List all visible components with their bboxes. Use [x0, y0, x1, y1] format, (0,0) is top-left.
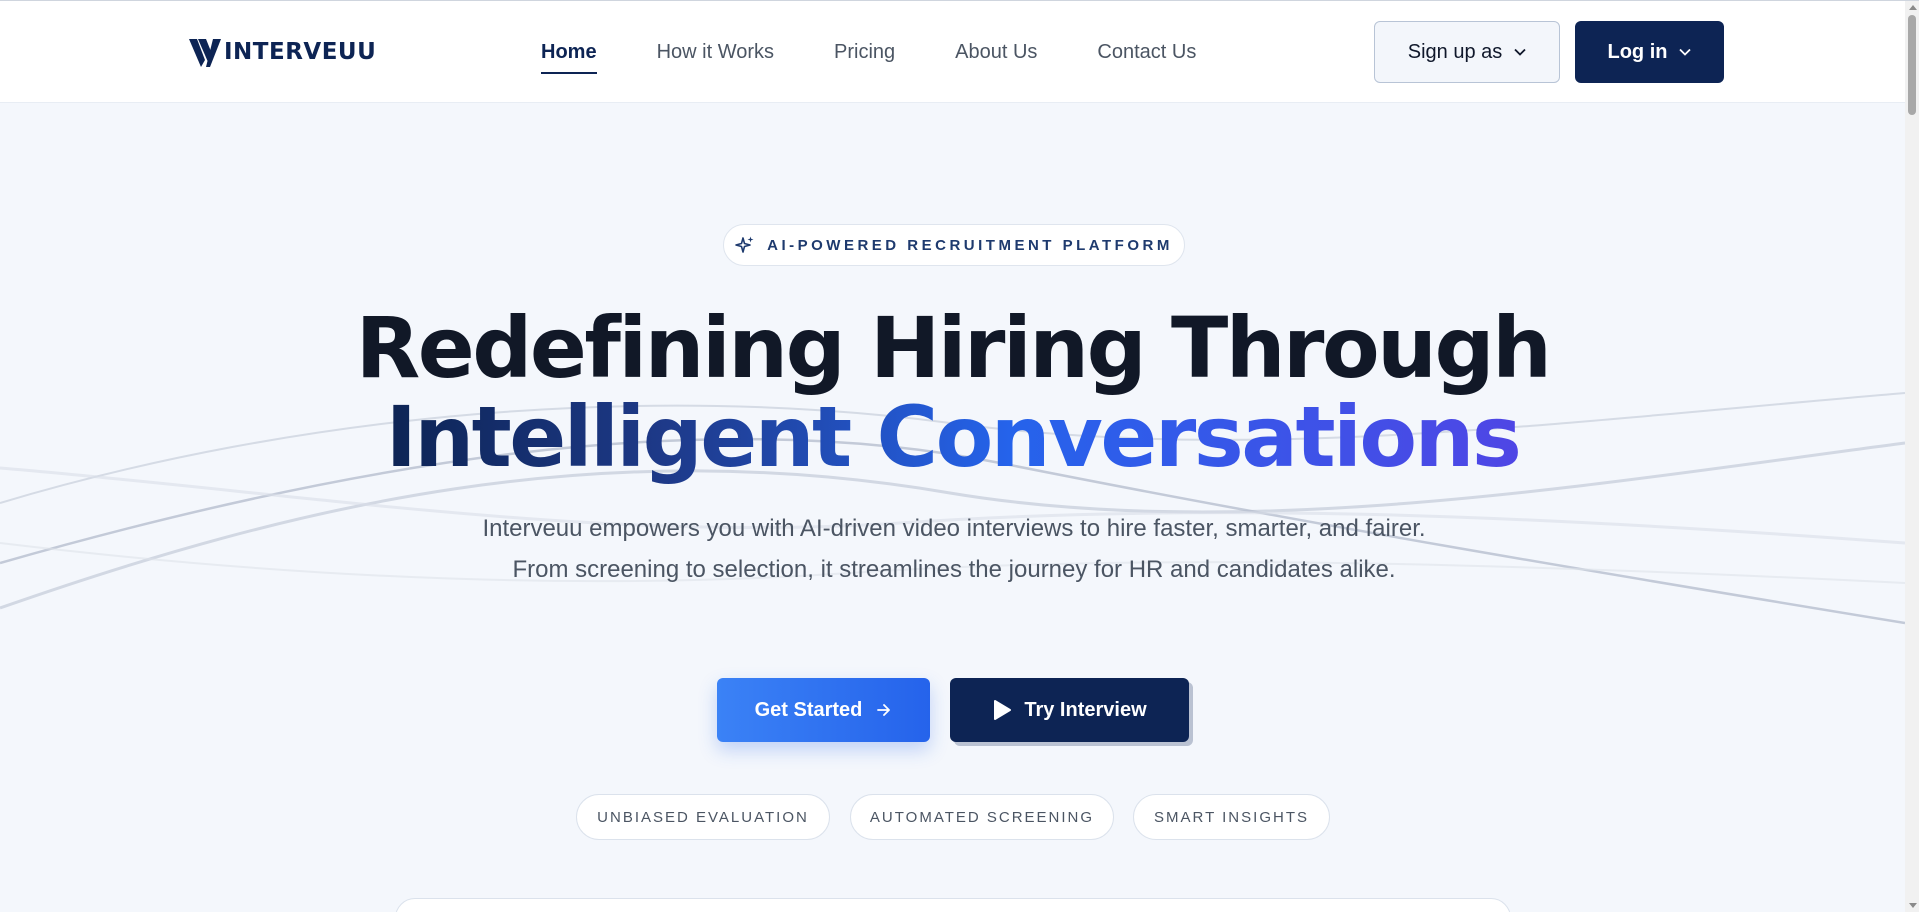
- feature-tag-automated-screening: AUTOMATED SCREENING: [850, 794, 1114, 840]
- feature-tag-unbiased-evaluation: UNBIASED EVALUATION: [576, 794, 830, 840]
- main-nav: Home How it Works Pricing About Us Conta…: [541, 41, 1256, 74]
- hero-headline-gradient-text: Intelligent Conversations: [385, 388, 1522, 486]
- chevron-down-icon: [1679, 48, 1692, 56]
- hero-headline-line-1: Redefining Hiring Through: [355, 299, 1552, 397]
- chevron-down-icon: [1514, 48, 1526, 56]
- arrow-right-icon: [877, 704, 891, 716]
- hero-subtitle: Interveuu empowers you with AI-driven vi…: [482, 515, 1426, 583]
- scroll-thumb[interactable]: [1908, 15, 1916, 115]
- nav-item-home[interactable]: Home: [541, 41, 597, 74]
- scroll-down-arrow-icon[interactable]: [1909, 903, 1917, 908]
- sparkles-icon: [735, 236, 754, 253]
- preview-card-top-edge: [395, 898, 1511, 912]
- feature-tag-smart-insights: SMART INSIGHTS: [1133, 794, 1330, 840]
- scroll-up-arrow-icon[interactable]: [1909, 5, 1917, 10]
- interveuu-logo-mark-icon: [189, 39, 221, 67]
- get-started-button[interactable]: Get Started: [717, 678, 930, 742]
- hero-headline-line-2: Intelligent Conversations: [0, 391, 1905, 483]
- log-in-label: Log in: [1607, 40, 1668, 63]
- get-started-label: Get Started: [754, 698, 863, 721]
- log-in-dropdown-button[interactable]: Log in: [1575, 21, 1724, 83]
- platform-badge-label: AI-POWERED RECRUITMENT PLATFORM: [767, 236, 1173, 254]
- sign-up-dropdown-button[interactable]: Sign up as: [1374, 21, 1560, 83]
- try-interview-button[interactable]: Try Interview: [950, 678, 1189, 742]
- nav-item-pricing[interactable]: Pricing: [834, 41, 895, 74]
- nav-item-how-it-works[interactable]: How it Works: [657, 41, 774, 74]
- play-icon: [994, 700, 1012, 720]
- nav-item-about-us[interactable]: About Us: [955, 41, 1037, 74]
- nav-item-contact-us[interactable]: Contact Us: [1097, 41, 1196, 74]
- site-header: INTERVEUU Home How it Works Pricing Abou…: [0, 1, 1905, 103]
- try-interview-label: Try Interview: [1024, 698, 1147, 721]
- brand-name: INTERVEUU: [224, 39, 377, 65]
- brand-logo[interactable]: INTERVEUU: [188, 35, 376, 69]
- page-scrollbar[interactable]: [1905, 1, 1919, 912]
- platform-badge: AI-POWERED RECRUITMENT PLATFORM: [723, 224, 1185, 266]
- sign-up-label: Sign up as: [1407, 40, 1503, 63]
